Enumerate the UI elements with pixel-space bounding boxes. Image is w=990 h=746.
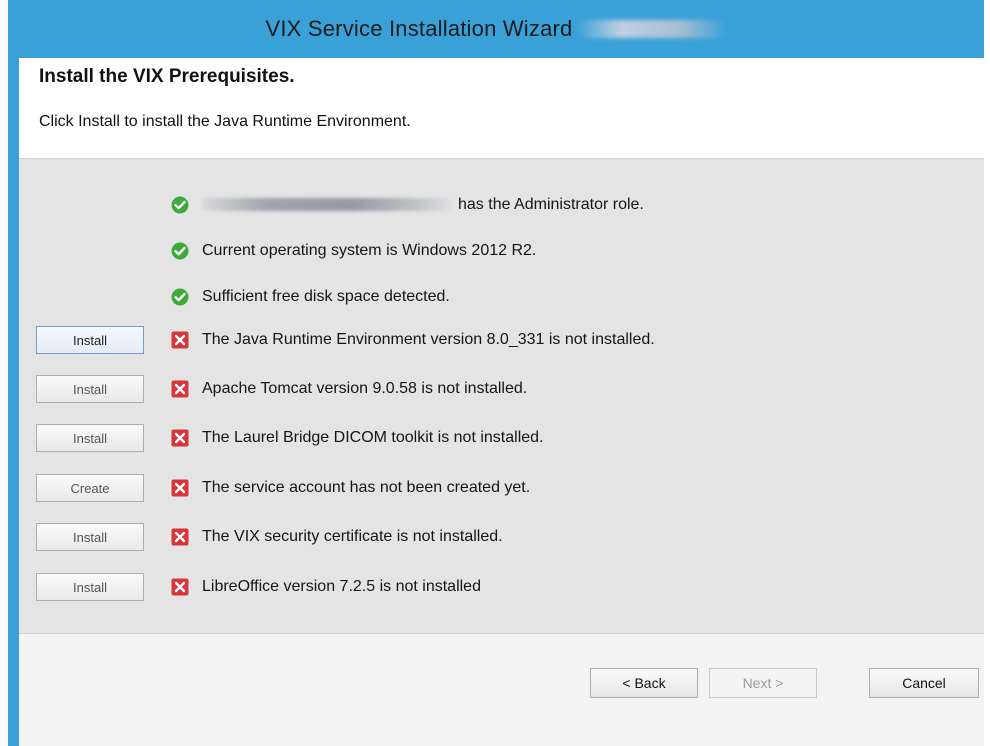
redacted-username: [202, 198, 452, 212]
red-x-icon: [171, 331, 189, 349]
prerequisite-row-libreoffice: Install LibreOffice version 7.2.5 is not…: [19, 569, 984, 605]
wizard-footer: < Back Next > Cancel: [19, 634, 984, 746]
green-check-icon: [171, 242, 189, 260]
green-check-icon: [171, 288, 189, 306]
prerequisite-status-text: has the Administrator role.: [202, 196, 644, 214]
prerequisite-row-certificate: Install The VIX security certificate is …: [19, 519, 984, 555]
red-x-icon: [171, 380, 189, 398]
title-bar[interactable]: VIX Service Installation Wizard: [8, 0, 984, 58]
install-certificate-button[interactable]: Install: [36, 523, 144, 551]
prerequisite-list: has the Administrator role. Current oper…: [19, 159, 984, 633]
prerequisite-status-text: The service account has not been created…: [202, 479, 531, 496]
prerequisite-status-text: The VIX security certificate is not inst…: [202, 528, 503, 545]
red-x-icon: [171, 479, 189, 497]
install-dicom-toolkit-button[interactable]: Install: [36, 424, 144, 452]
prerequisite-status-text: The Java Runtime Environment version 8.0…: [202, 331, 655, 348]
cancel-button[interactable]: Cancel: [869, 668, 979, 698]
create-service-account-button[interactable]: Create: [36, 474, 144, 502]
page-subtitle: Click Install to install the Java Runtim…: [39, 113, 411, 130]
red-x-icon: [171, 578, 189, 596]
install-tomcat-button[interactable]: Install: [36, 375, 144, 403]
install-java-button[interactable]: Install: [36, 326, 144, 354]
wizard-header: Install the VIX Prerequisites. Click Ins…: [19, 58, 984, 159]
prerequisite-row-disk-space: Sufficient free disk space detected.: [19, 279, 984, 315]
wizard-window: Install the VIX Prerequisites. Click Ins…: [19, 58, 984, 746]
redacted-title-suffix: [576, 20, 727, 38]
prerequisite-status-text: Current operating system is Windows 2012…: [202, 242, 537, 259]
install-libreoffice-button[interactable]: Install: [36, 573, 144, 601]
back-button[interactable]: < Back: [590, 668, 698, 698]
window-title: VIX Service Installation Wizard: [265, 16, 573, 41]
prerequisite-row-os: Current operating system is Windows 2012…: [19, 233, 984, 269]
next-button[interactable]: Next >: [709, 668, 817, 698]
prerequisite-row-admin-role: has the Administrator role.: [19, 187, 984, 223]
green-check-icon: [171, 196, 189, 214]
prerequisite-status-text: Apache Tomcat version 9.0.58 is not inst…: [202, 380, 528, 397]
prerequisite-row-tomcat: Install Apache Tomcat version 9.0.58 is …: [19, 371, 984, 407]
window-frame: VIX Service Installation Wizard Install …: [8, 0, 984, 746]
page-title: Install the VIX Prerequisites.: [39, 66, 295, 87]
red-x-icon: [171, 429, 189, 447]
prerequisite-row-service-account: Create The service account has not been …: [19, 470, 984, 506]
prerequisite-status-text: LibreOffice version 7.2.5 is not install…: [202, 578, 481, 595]
prerequisite-row-java: Install The Java Runtime Environment ver…: [19, 322, 984, 358]
prerequisite-status-text: The Laurel Bridge DICOM toolkit is not i…: [202, 429, 544, 446]
red-x-icon: [171, 528, 189, 546]
prerequisite-row-dicom: Install The Laurel Bridge DICOM toolkit …: [19, 420, 984, 456]
prerequisite-status-text: Sufficient free disk space detected.: [202, 288, 450, 305]
